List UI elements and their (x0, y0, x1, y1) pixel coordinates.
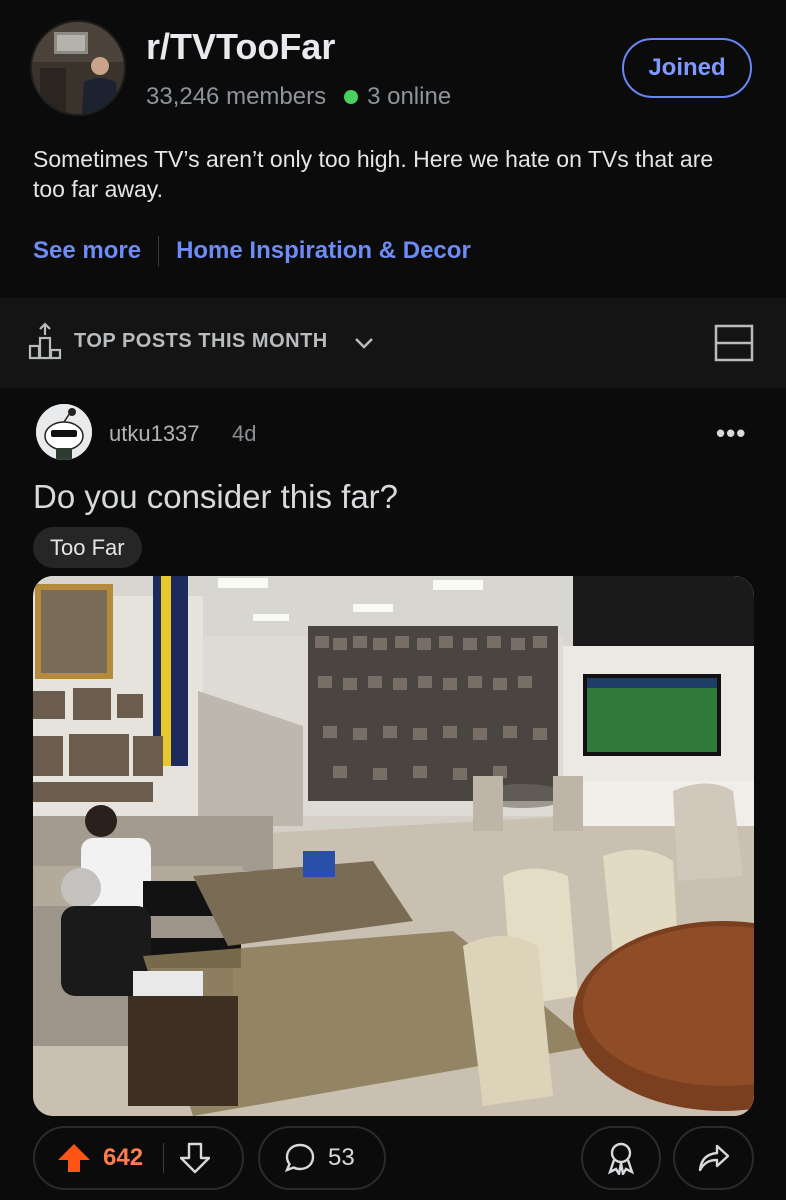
post-image[interactable] (33, 576, 754, 1116)
chevron-down-icon[interactable] (352, 331, 376, 360)
podium-icon[interactable] (28, 322, 62, 365)
subreddit-links: See more Home Inspiration & Decor (33, 234, 471, 268)
vote-count: 642 (103, 1144, 144, 1171)
link-divider (158, 236, 160, 266)
share-button[interactable] (673, 1126, 754, 1190)
comment-icon (284, 1142, 316, 1174)
user-avatar[interactable] (36, 404, 92, 460)
vote-bar: 642 (33, 1126, 244, 1190)
award-icon (605, 1141, 637, 1175)
subreddit-stats: 33,246 members 3 online (146, 83, 451, 111)
more-options-icon[interactable]: ••• (716, 418, 746, 449)
award-button[interactable] (581, 1126, 661, 1190)
member-count: 33,246 members (146, 83, 327, 110)
post-title[interactable]: Do you consider this far? (33, 478, 398, 516)
topic-link[interactable]: Home Inspiration & Decor (176, 237, 471, 265)
share-icon (698, 1143, 730, 1173)
vote-divider (163, 1143, 165, 1173)
online-indicator-icon (344, 90, 359, 104)
upvote-icon[interactable] (57, 1143, 91, 1173)
subreddit-name[interactable]: r/TVTooFar (146, 26, 335, 68)
subreddit-avatar[interactable] (32, 22, 124, 114)
sort-dropdown[interactable]: TOP POSTS THIS MONTH (74, 330, 328, 353)
post-author[interactable]: utku1337 (109, 421, 200, 447)
post-age: 4d (232, 421, 257, 446)
downvote-icon[interactable] (180, 1142, 211, 1174)
post-flair[interactable]: Too Far (33, 527, 142, 568)
comment-count: 53 (328, 1144, 355, 1171)
joined-button[interactable]: Joined (622, 38, 752, 98)
online-count: 3 online (367, 83, 452, 110)
comments-button[interactable]: 53 (258, 1126, 386, 1190)
card-layout-icon[interactable] (714, 324, 754, 367)
subreddit-description: Sometimes TV’s aren’t only too high. Her… (33, 146, 714, 202)
see-more-link[interactable]: See more (33, 237, 141, 265)
